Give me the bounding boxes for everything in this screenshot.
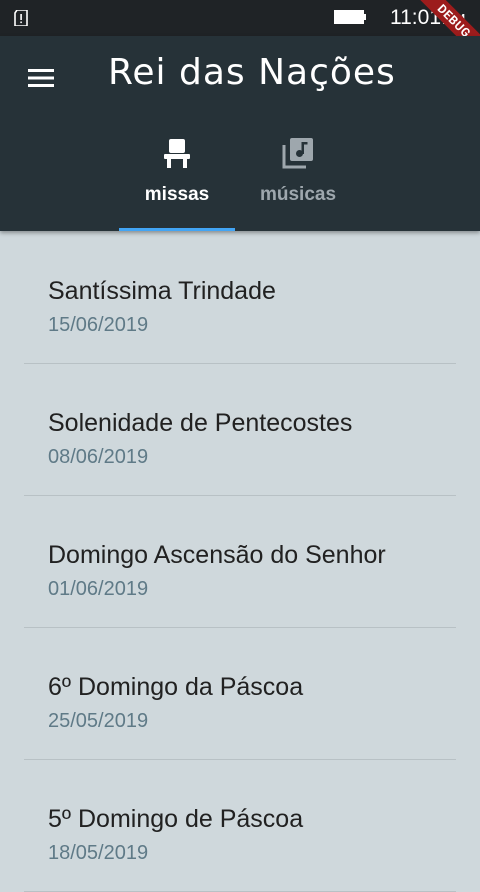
tab-musicas-label: músicas [259,184,337,205]
mass-date: 01/06/2019 [48,578,149,600]
mass-title: 5º Domingo de Páscoa [48,805,304,833]
list-item[interactable]: 5º Domingo de Páscoa 18/05/2019 [24,760,456,892]
list-item[interactable]: Santíssima Trindade 15/06/2019 [24,232,456,364]
mass-title: Solenidade de Pentecostes [48,409,353,437]
list-item[interactable]: 6º Domingo da Páscoa 25/05/2019 [24,628,456,760]
tab-missas[interactable]: missas [119,132,235,231]
tab-musicas[interactable]: músicas [240,132,356,231]
tab-indicator [119,228,235,231]
list-item[interactable]: Solenidade de Pentecostes 08/06/2019 [24,364,456,496]
mass-title: Domingo Ascensão do Senhor [48,541,386,569]
mass-title: Santíssima Trindade [48,277,276,305]
app-bar: Rei das Nações missas músicas [0,36,480,231]
seat-icon [164,139,190,168]
tab-missas-label: missas [144,184,210,205]
mass-date: 25/05/2019 [48,710,149,732]
sd-card-alert-icon [14,10,28,26]
mass-date: 15/06/2019 [48,314,149,336]
status-bar: 11:01AM DEBUG [0,0,480,70]
mass-title: 6º Domingo da Páscoa [48,673,304,701]
app-title: Rei das Nações [108,52,396,93]
mass-list: Santíssima Trindade 15/06/2019 Solenidad… [24,232,456,892]
library-music-icon [282,138,313,169]
battery-icon [334,10,366,24]
hamburger-menu-icon[interactable] [24,64,58,92]
mass-date: 08/06/2019 [48,446,149,468]
list-item[interactable]: Domingo Ascensão do Senhor 01/06/2019 [24,496,456,628]
